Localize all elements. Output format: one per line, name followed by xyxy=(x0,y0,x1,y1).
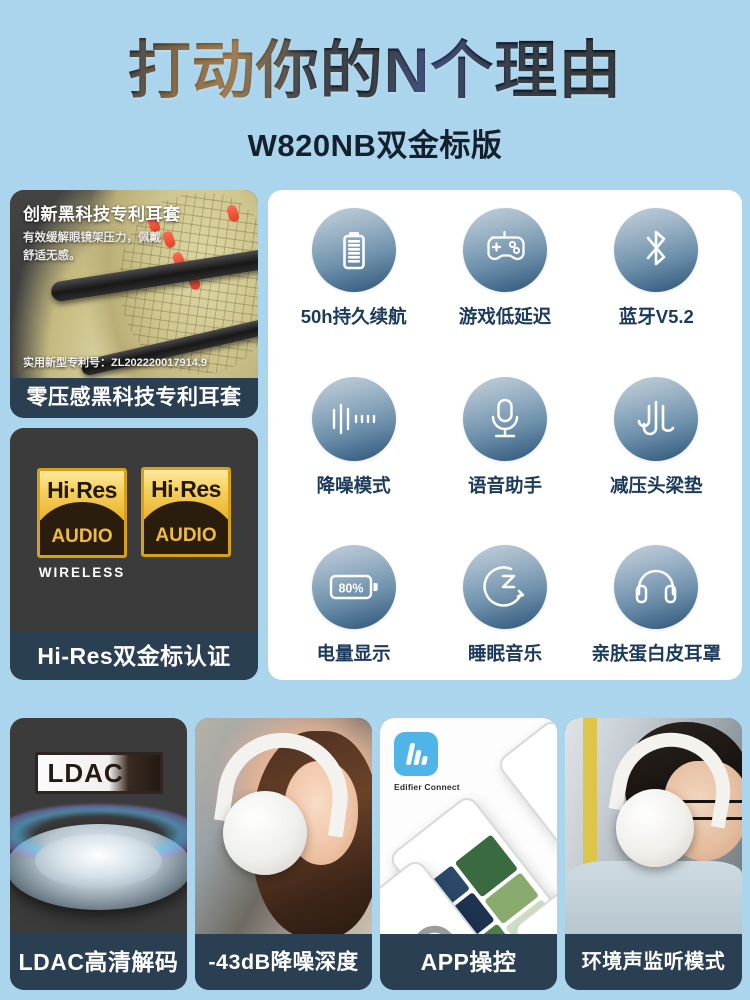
left-column: 创新黑科技专利耳套 有效缓解眼镜架压力，佩戴舒适无感。 实用新型专利号：ZL20… xyxy=(10,190,258,680)
man-photo-background xyxy=(565,718,742,934)
feature-item-sleep-music: 睡眠音乐 xyxy=(430,545,580,666)
feature-item-battery-display: 80% 电量显示 xyxy=(279,545,429,666)
feature-label: 50h持久续航 xyxy=(300,306,407,327)
hires-badge-top: Hi·Res xyxy=(40,471,124,544)
bottom-card-label: LDAC高清解码 xyxy=(10,934,187,990)
bottom-card-label: -43dB降噪深度 xyxy=(195,934,372,990)
feature-item-protein-earpads: 亲肤蛋白皮耳罩 xyxy=(581,545,731,666)
patent-card-title: 创新黑科技专利耳套 xyxy=(23,205,181,224)
page-title: 打动你的N个理由 xyxy=(0,38,750,104)
ldac-logo-text: LDAC xyxy=(47,757,124,788)
feature-label: 减压头梁垫 xyxy=(610,474,703,496)
bottom-card-label: 环境声监听模式 xyxy=(565,934,742,990)
battery-percent-icon: 80% xyxy=(329,574,378,600)
hires-badges-group: Hi·Res AUDIO WIRELESS Hi·Res AUDIO xyxy=(10,428,258,632)
feature-icon-circle xyxy=(462,376,547,461)
driver-dome xyxy=(35,834,162,888)
feature-item-voice-assistant: 语音助手 xyxy=(430,376,580,498)
bottom-card-app-control: Edifier Connect APP操控 xyxy=(380,718,557,990)
patent-card-image: 创新黑科技专利耳套 有效缓解眼镜架压力，佩戴舒适无感。 实用新型专利号：ZL20… xyxy=(10,190,258,378)
feature-icon-circle xyxy=(614,545,699,629)
feature-icon-circle xyxy=(462,208,547,292)
man-photo xyxy=(565,718,742,934)
feature-item-battery-life: 50h持久续航 xyxy=(279,208,429,329)
feature-icon-circle: 80% xyxy=(311,545,396,629)
hires-audio-wireless-badge-icon: Hi·Res AUDIO xyxy=(37,468,127,558)
feature-icon-circle xyxy=(614,376,699,461)
ldac-logo-icon: LDAC xyxy=(34,752,163,794)
gamepad-icon xyxy=(487,230,525,261)
feature-icon-circle xyxy=(311,376,396,461)
hires-audio-badge-icon: Hi·Res AUDIO xyxy=(141,467,231,557)
ldac-card-art: LDAC xyxy=(10,718,187,934)
feature-label: 降噪模式 xyxy=(316,474,391,496)
feature-label: 电量显示 xyxy=(316,643,391,664)
bottom-card-label: APP操控 xyxy=(380,934,557,990)
page-subtitle: W820NB双金标版 xyxy=(247,128,503,164)
battery-full-icon xyxy=(342,232,365,270)
hires-badge-top-text: Hi·Res xyxy=(151,475,221,502)
bottom-card-anc-depth: -43dB降噪深度 xyxy=(195,718,372,990)
feature-item-bluetooth: 蓝牙V5.2 xyxy=(581,208,731,329)
hires-badge-wireless: Hi·Res AUDIO WIRELESS xyxy=(37,468,127,580)
feature-grid-panel: 50h持久续航 游戏低延迟 蓝牙V5.2 降噪模式 语音助手 减压头梁垫 80%… xyxy=(268,190,742,680)
product-detail-page: 打动你的N个理由 W820NB双金标版 创新黑科技专利耳套 有效缓解眼镜架压力，… xyxy=(0,0,750,1000)
feature-label: 睡眠音乐 xyxy=(467,643,542,664)
hires-badge-bottom-text: AUDIO xyxy=(155,525,217,547)
feature-item-headband-cushion: 减压头梁垫 xyxy=(581,376,731,498)
moon-sleep-icon xyxy=(483,566,525,607)
hires-badge-bottom: AUDIO xyxy=(144,519,228,554)
headphone-earcup xyxy=(616,789,695,868)
bottom-card-ambient-mode: 环境声监听模式 xyxy=(565,718,742,990)
hires-wireless-text: WIRELESS xyxy=(38,565,126,580)
feature-row: 50h持久续航 游戏低延迟 蓝牙V5.2 xyxy=(278,208,732,329)
hires-badge-plain: Hi·Res AUDIO xyxy=(141,467,231,557)
patent-card-description: 有效缓解眼镜架压力，佩戴舒适无感。 xyxy=(23,232,161,262)
microphone-icon xyxy=(491,398,519,437)
woman-photo-background xyxy=(195,718,372,934)
edifier-connect-app-icon xyxy=(394,732,438,776)
middle-section: 创新黑科技专利耳套 有效缓解眼镜架压力，佩戴舒适无感。 实用新型专利号：ZL20… xyxy=(10,190,742,680)
page-header: 打动你的N个理由 W820NB双金标版 xyxy=(0,0,750,165)
feature-icon-circle xyxy=(311,208,396,292)
feature-row: 降噪模式 语音助手 减压头梁垫 xyxy=(278,376,732,498)
speaker-driver-illustration xyxy=(10,798,187,910)
feature-item-noise-cancel: 降噪模式 xyxy=(279,376,429,498)
waveform-noise-cancel-icon xyxy=(332,403,375,434)
app-icon-bar xyxy=(421,756,428,765)
patent-number: 实用新型专利号：ZL202220017914.9 xyxy=(23,357,208,369)
headphone-thumbnail-icon xyxy=(403,916,464,934)
feature-label: 亲肤蛋白皮耳罩 xyxy=(591,643,722,664)
feature-icon-circle xyxy=(614,208,699,292)
patent-earcup-card: 创新黑科技专利耳套 有效缓解眼镜架压力，佩戴舒适无感。 实用新型专利号：ZL20… xyxy=(10,190,258,418)
hires-badge-top-text: Hi·Res xyxy=(47,476,117,503)
hires-badge-top: Hi·Res xyxy=(144,470,228,543)
battery-percent-text: 80% xyxy=(338,582,363,596)
feature-row: 80% 电量显示 睡眠音乐 亲肤蛋白皮耳罩 xyxy=(278,545,732,666)
hires-badge-bottom: AUDIO xyxy=(40,520,124,555)
woman-photo xyxy=(195,718,372,934)
man-shirt xyxy=(565,860,742,934)
feature-item-game-low-latency: 游戏低延迟 xyxy=(430,208,580,329)
feature-label: 蓝牙V5.2 xyxy=(618,306,694,327)
headband-cushion-icon xyxy=(638,400,675,435)
bottom-card-ldac: LDAC LDAC高清解码 xyxy=(10,718,187,990)
patent-card-label: 零压感黑科技专利耳套 xyxy=(10,378,258,418)
hires-card-label: Hi-Res双金标认证 xyxy=(10,632,258,680)
bottom-cards-strip: LDAC LDAC高清解码 -43dB降噪深度 Edifier Connect … xyxy=(10,718,742,990)
bluetooth-icon xyxy=(647,230,666,266)
app-name-label: Edifier Connect xyxy=(394,782,460,792)
feature-label: 游戏低延迟 xyxy=(458,306,552,327)
app-photo: Edifier Connect xyxy=(380,718,557,934)
headphones-icon xyxy=(636,569,677,604)
hires-badge-bottom-text: AUDIO xyxy=(51,526,113,548)
hires-certification-card: Hi·Res AUDIO WIRELESS Hi·Res AUDIO Hi-Re… xyxy=(10,428,258,680)
feature-icon-circle xyxy=(462,545,547,629)
feature-label: 语音助手 xyxy=(467,474,542,496)
